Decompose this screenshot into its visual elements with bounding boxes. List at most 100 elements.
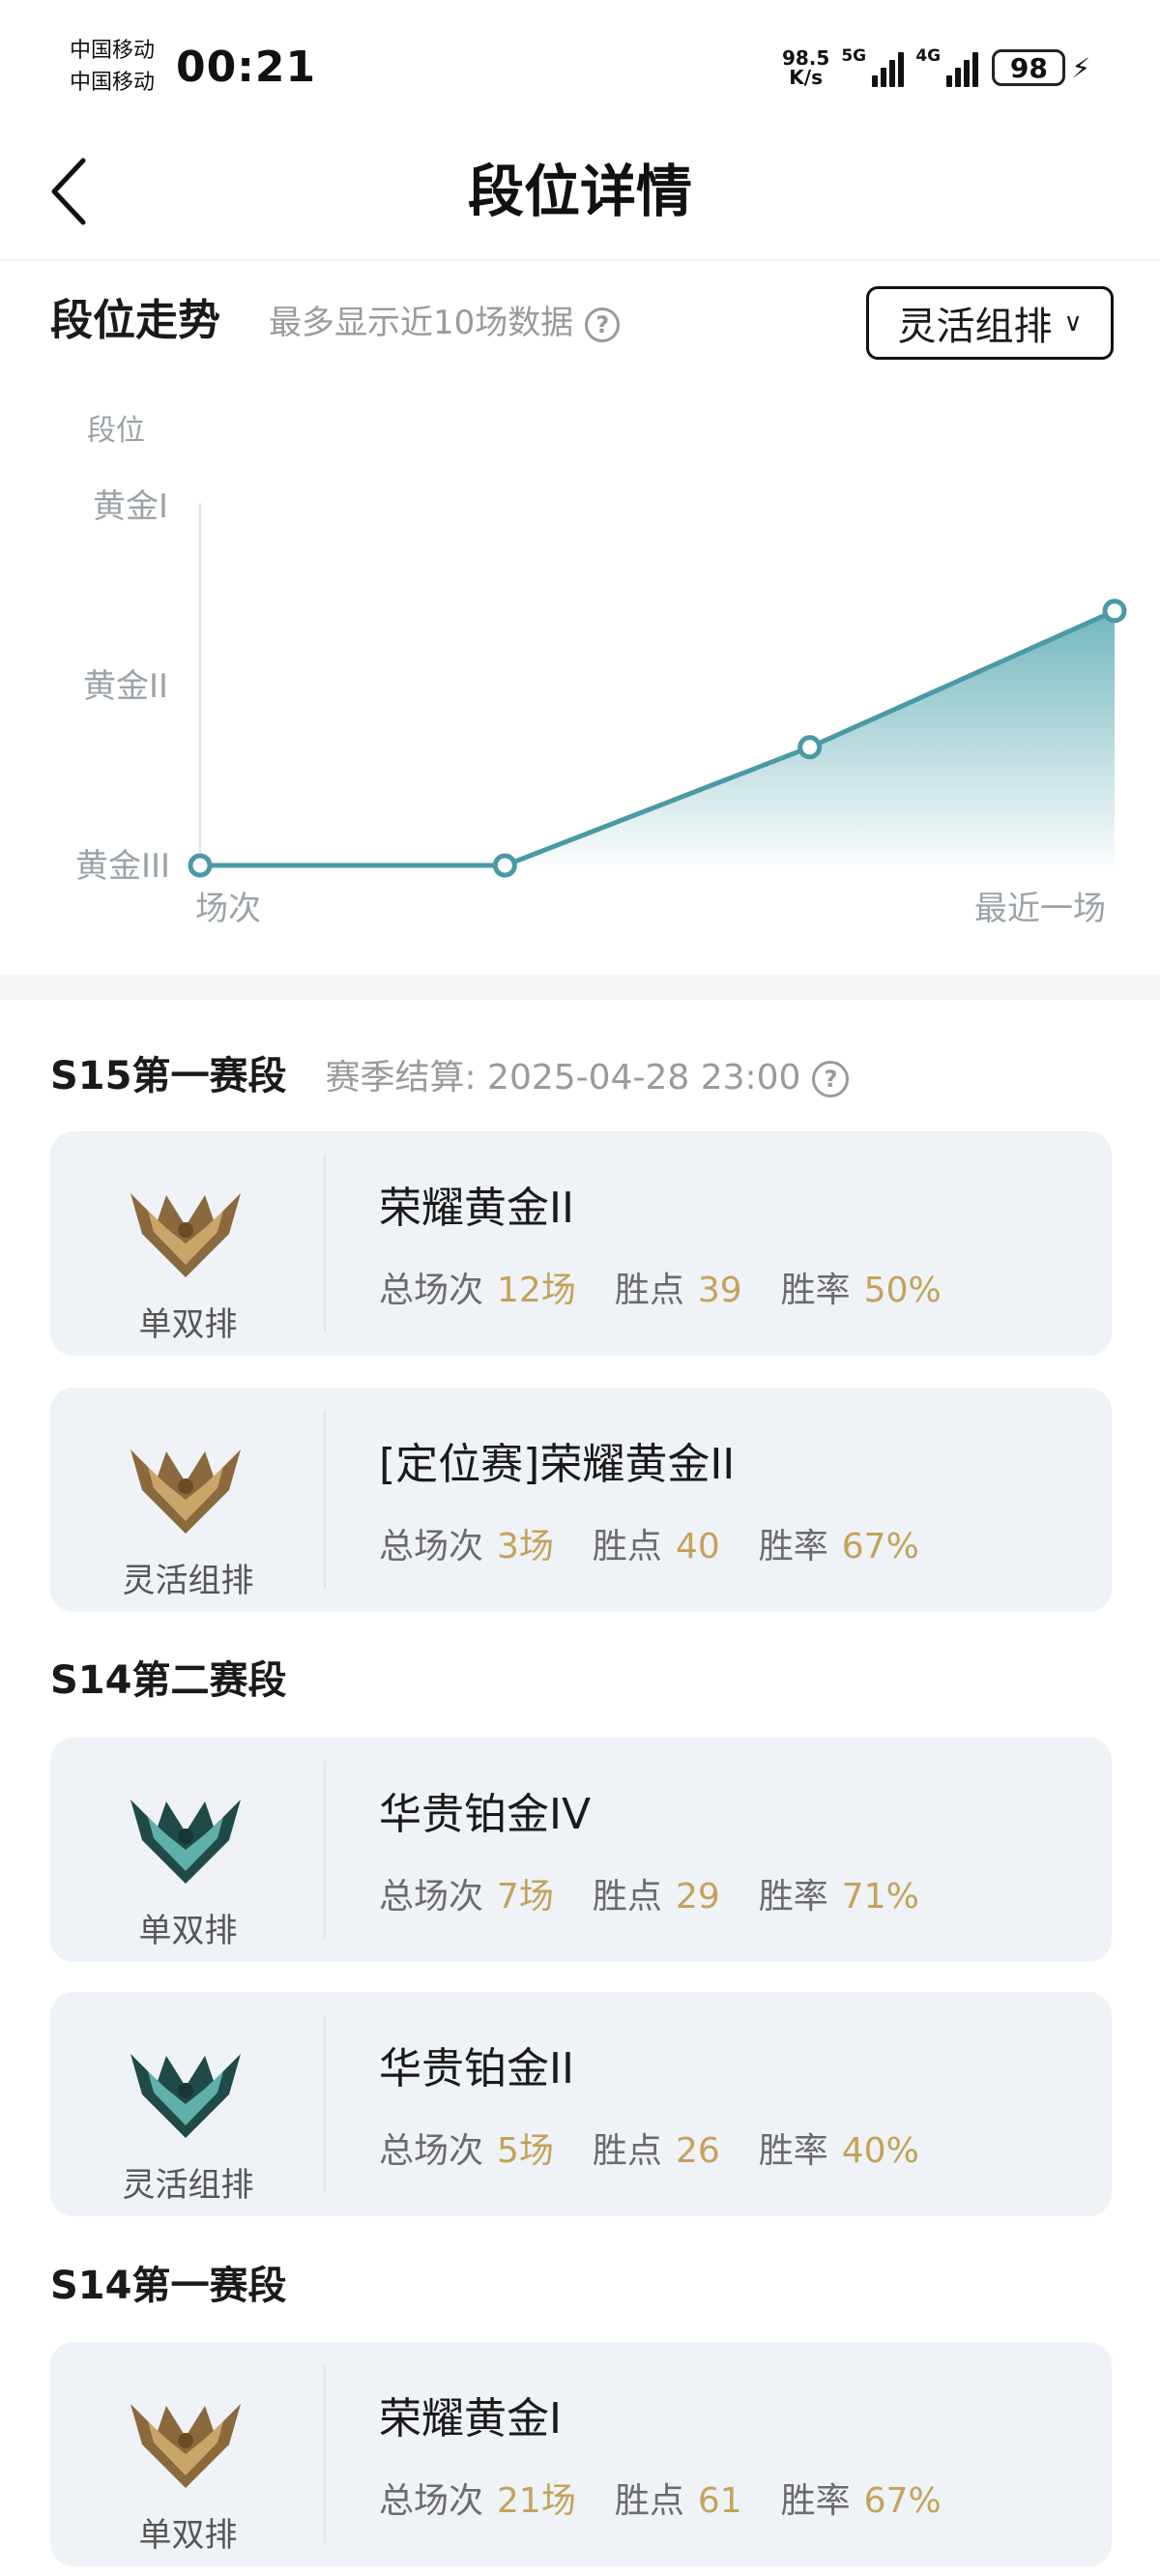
games-value: 21场 — [497, 2481, 576, 2521]
points-value: 39 — [697, 1271, 742, 1310]
gold-rank-emblem-icon — [130, 2404, 241, 2488]
trend-point[interactable] — [492, 853, 517, 878]
season-title: S14第一赛段 — [50, 2259, 286, 2313]
trend-area — [200, 610, 1115, 865]
signal-4g-icon: 4G — [915, 46, 979, 87]
charging-icon: ⚡ — [1071, 51, 1090, 84]
battery-icon: 98 ⚡ — [992, 49, 1090, 86]
rank-trend-chart: 段位 黄金I 黄金II 黄金III 场次 最近一场 — [0, 387, 1160, 967]
rate-label: 胜率 — [758, 2131, 828, 2171]
gold-rank-emblem-icon — [130, 1449, 241, 1534]
rate-value: 40% — [841, 2131, 919, 2171]
points-label: 胜点 — [592, 1877, 662, 1917]
emblem-column: 单双排 — [50, 2365, 326, 2555]
rate-label: 胜率 — [758, 1527, 828, 1566]
queue-type: 单双排 — [138, 1305, 238, 1344]
games-label: 总场次 — [379, 1877, 484, 1917]
rate-label: 胜率 — [780, 2481, 851, 2521]
points-value: 26 — [675, 2131, 720, 2171]
battery-level: 98 — [992, 49, 1066, 86]
emblem-column: 灵活组排 — [50, 2015, 326, 2205]
carrier-1: 中国移动 — [70, 39, 156, 63]
rate-value: 67% — [863, 2481, 942, 2521]
x-end-label: 最近一场 — [974, 890, 1106, 928]
rank-card[interactable]: 灵活组排 [定位赛]荣耀黄金II 总场次 3场 胜点 40 胜率 67% — [50, 1388, 1112, 1612]
mode-dropdown-value: 灵活组排 — [897, 305, 1053, 349]
games-label: 总场次 — [379, 2481, 484, 2521]
page-title: 段位详情 — [467, 159, 692, 224]
rate-value: 67% — [841, 1527, 919, 1566]
rank-name: 华贵铂金II — [379, 2044, 574, 2093]
network-speed-value: 98.5 — [781, 46, 830, 70]
points-label: 胜点 — [592, 2131, 662, 2171]
y-tick-label: 黄金I — [93, 487, 169, 526]
rank-stats: 总场次 7场 胜点 29 胜率 71% — [379, 1873, 958, 1921]
queue-type: 单双排 — [138, 1912, 238, 1950]
points-value: 40 — [675, 1527, 720, 1566]
mode-dropdown[interactable]: 灵活组排 ∨ — [866, 286, 1114, 360]
trend-subtitle-text: 最多显示近10场数据 — [269, 304, 574, 342]
queue-type: 灵活组排 — [122, 1562, 254, 1600]
rate-value: 50% — [863, 1271, 942, 1310]
carrier-2: 中国移动 — [70, 71, 156, 95]
y-axis-label: 段位 — [87, 414, 145, 448]
rank-card[interactable]: 单双排 荣耀黄金II 总场次 12场 胜点 39 胜率 50% — [50, 1131, 1112, 1356]
points-value: 61 — [697, 2481, 742, 2521]
emblem-column: 灵活组排 — [50, 1411, 326, 1600]
points-label: 胜点 — [614, 1271, 684, 1310]
y-tick-label: 黄金III — [75, 847, 171, 886]
points-label: 胜点 — [592, 1527, 662, 1566]
rank-name: 荣耀黄金I — [379, 2394, 562, 2444]
status-icons: 98.5 K/s 5G 4G 98 ⚡ — [782, 43, 1090, 93]
help-icon[interactable]: ? — [812, 1061, 850, 1098]
rank-stats: 总场次 12场 胜点 39 胜率 50% — [379, 1267, 980, 1315]
season-name: S14第二赛段 — [50, 1658, 287, 1703]
rank-card[interactable]: 单双排 华贵铂金IV 总场次 7场 胜点 29 胜率 71% — [50, 1738, 1112, 1962]
rank-card[interactable]: 灵活组排 华贵铂金II 总场次 5场 胜点 26 胜率 40% — [50, 1992, 1112, 2216]
trend-point[interactable] — [798, 735, 823, 760]
help-icon[interactable]: ? — [585, 307, 621, 342]
rank-name: 荣耀黄金II — [379, 1184, 574, 1233]
points-value: 29 — [675, 1877, 720, 1917]
rank-stats: 总场次 5场 胜点 26 胜率 40% — [379, 2127, 958, 2176]
emblem-column: 单双排 — [50, 1761, 326, 1950]
rate-value: 71% — [841, 1877, 919, 1917]
season-name: S14第一赛段 — [50, 2264, 287, 2308]
season-settlement-note: 赛季结算: 2025-04-28 23:00? — [325, 1058, 850, 1098]
season-name: S15第一赛段 — [50, 1054, 287, 1098]
network-speed-unit: K/s — [789, 66, 823, 89]
network-speed: 98.5 K/s — [782, 48, 829, 87]
trend-title: 段位走势 — [50, 296, 220, 345]
games-label: 总场次 — [379, 1527, 484, 1566]
trend-header: 段位走势 最多显示近10场数据? 灵活组排 ∨ — [50, 286, 1114, 364]
trend-point[interactable] — [1102, 599, 1127, 624]
chevron-down-icon: ∨ — [1063, 308, 1083, 337]
season-title: S15第一赛段 赛季结算: 2025-04-28 23:00? — [50, 1049, 850, 1105]
rate-label: 胜率 — [780, 1271, 851, 1310]
games-label: 总场次 — [379, 1271, 484, 1310]
season-title: S14第二赛段 — [50, 1654, 286, 1708]
clock: 00:21 — [176, 43, 317, 92]
games-value: 7场 — [497, 1877, 554, 1917]
platinum-rank-emblem-icon — [130, 1800, 241, 1884]
rate-label: 胜率 — [758, 1877, 828, 1917]
y-tick-label: 黄金II — [83, 667, 169, 706]
games-value: 3场 — [497, 1527, 554, 1566]
rank-stats: 总场次 21场 胜点 61 胜率 67% — [379, 2477, 980, 2526]
platinum-rank-emblem-icon — [130, 2054, 241, 2138]
signal-5g-label: 5G — [841, 46, 867, 66]
signal-4g-label: 4G — [915, 46, 942, 66]
rank-stats: 总场次 3场 胜点 40 胜率 67% — [379, 1523, 958, 1571]
page-header: 段位详情 — [0, 135, 1160, 261]
trend-point[interactable] — [188, 853, 213, 878]
section-divider — [0, 975, 1160, 1000]
status-bar: 中国移动 中国移动 00:21 98.5 K/s 5G 4G 98 ⚡ — [0, 0, 1160, 135]
points-label: 胜点 — [614, 2481, 684, 2521]
games-value: 5场 — [497, 2131, 554, 2171]
x-start-label: 场次 — [195, 890, 261, 928]
queue-type: 单双排 — [138, 2516, 238, 2555]
queue-type: 灵活组排 — [122, 2166, 254, 2205]
season-settlement-text: 赛季结算: 2025-04-28 23:00 — [325, 1058, 801, 1098]
rank-card[interactable]: 单双排 荣耀黄金I 总场次 21场 胜点 61 胜率 67% — [50, 2342, 1112, 2566]
emblem-column: 单双排 — [50, 1155, 326, 1344]
